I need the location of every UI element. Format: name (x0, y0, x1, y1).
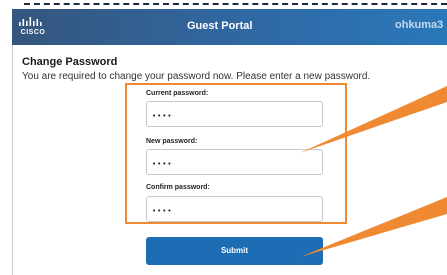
callout-arrow-submit (300, 197, 447, 257)
callout-arrow-fields (300, 86, 447, 153)
callout-arrows (300, 86, 447, 257)
